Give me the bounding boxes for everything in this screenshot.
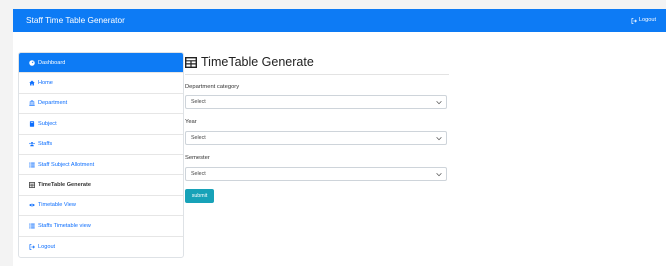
- sidebar-item-timetable-generate[interactable]: TimeTable Generate: [19, 175, 183, 196]
- sidebar-item-label: Timetable View: [38, 202, 76, 209]
- users-icon: [29, 141, 35, 147]
- sidebar-item-label: TimeTable Generate: [38, 182, 91, 189]
- table-icon: [185, 56, 197, 68]
- sidebar-item-label: Home: [38, 80, 53, 87]
- content-area: Dashboard Home Department Subject Staffs…: [13, 32, 666, 266]
- sidebar-item-label: Staff Subject Allotment: [38, 161, 95, 168]
- submit-button[interactable]: submit: [185, 189, 214, 203]
- sidebar-item-label: Department: [38, 100, 68, 107]
- book-icon: [29, 121, 35, 127]
- home-icon: [29, 80, 35, 86]
- app-brand[interactable]: Staff Time Table Generator: [26, 9, 125, 32]
- logout-label-top: Logout: [638, 17, 656, 23]
- chevron-down-icon: [436, 173, 442, 177]
- table-icon: [29, 182, 35, 188]
- sidebar-item-department[interactable]: Department: [19, 94, 183, 115]
- sidebar-item-label: Dashboard: [38, 59, 66, 66]
- sidebar-item-label: Staffs Timetable view: [38, 222, 91, 229]
- top-navbar: Staff Time Table Generator Logout: [13, 9, 666, 32]
- logout-icon: [631, 17, 637, 24]
- sidebar-item-label: Logout: [38, 243, 56, 250]
- eye-icon: [29, 202, 35, 208]
- list-icon: [29, 223, 35, 229]
- chevron-down-icon: [436, 137, 442, 141]
- main-panel: TimeTable Generate Department category S…: [185, 54, 449, 235]
- sidebar-item-dashboard[interactable]: Dashboard: [19, 53, 183, 74]
- list-icon: [29, 162, 35, 168]
- logout-link-top[interactable]: Logout: [631, 9, 656, 32]
- sidebar-item-staffs[interactable]: Staffs: [19, 135, 183, 155]
- sidebar-item-label: Staffs: [38, 141, 53, 148]
- semester-label: Semester: [185, 155, 210, 161]
- sidebar-item-subject[interactable]: Subject: [19, 114, 183, 135]
- semester-select[interactable]: Select: [185, 167, 447, 181]
- bank-icon: [29, 100, 35, 107]
- semester-value: Select: [191, 171, 206, 177]
- department-category-value: Select: [191, 99, 206, 105]
- department-category-select[interactable]: Select: [185, 95, 447, 109]
- logout-icon: [29, 243, 35, 250]
- year-select[interactable]: Select: [185, 131, 447, 145]
- sidebar: Dashboard Home Department Subject Staffs…: [18, 52, 184, 258]
- department-category-label: Department category: [185, 84, 240, 90]
- year-label: Year: [185, 119, 197, 125]
- sidebar-item-logout[interactable]: Logout: [19, 237, 183, 257]
- timetable-form: Department category Select Year Select S…: [185, 75, 449, 235]
- sidebar-item-label: Subject: [38, 120, 57, 127]
- sidebar-item-home[interactable]: Home: [19, 73, 183, 94]
- page-title: TimeTable Generate: [185, 54, 449, 70]
- sidebar-item-staff-subject-allotment[interactable]: Staff Subject Allotment: [19, 155, 183, 176]
- sidebar-item-staffs-timetable-view[interactable]: Staffs Timetable view: [19, 216, 183, 237]
- page-title-text: TimeTable Generate: [201, 55, 314, 69]
- chevron-down-icon: [436, 101, 442, 105]
- dashboard-icon: [29, 59, 35, 66]
- sidebar-item-timetable-view[interactable]: Timetable View: [19, 196, 183, 217]
- year-value: Select: [191, 135, 206, 141]
